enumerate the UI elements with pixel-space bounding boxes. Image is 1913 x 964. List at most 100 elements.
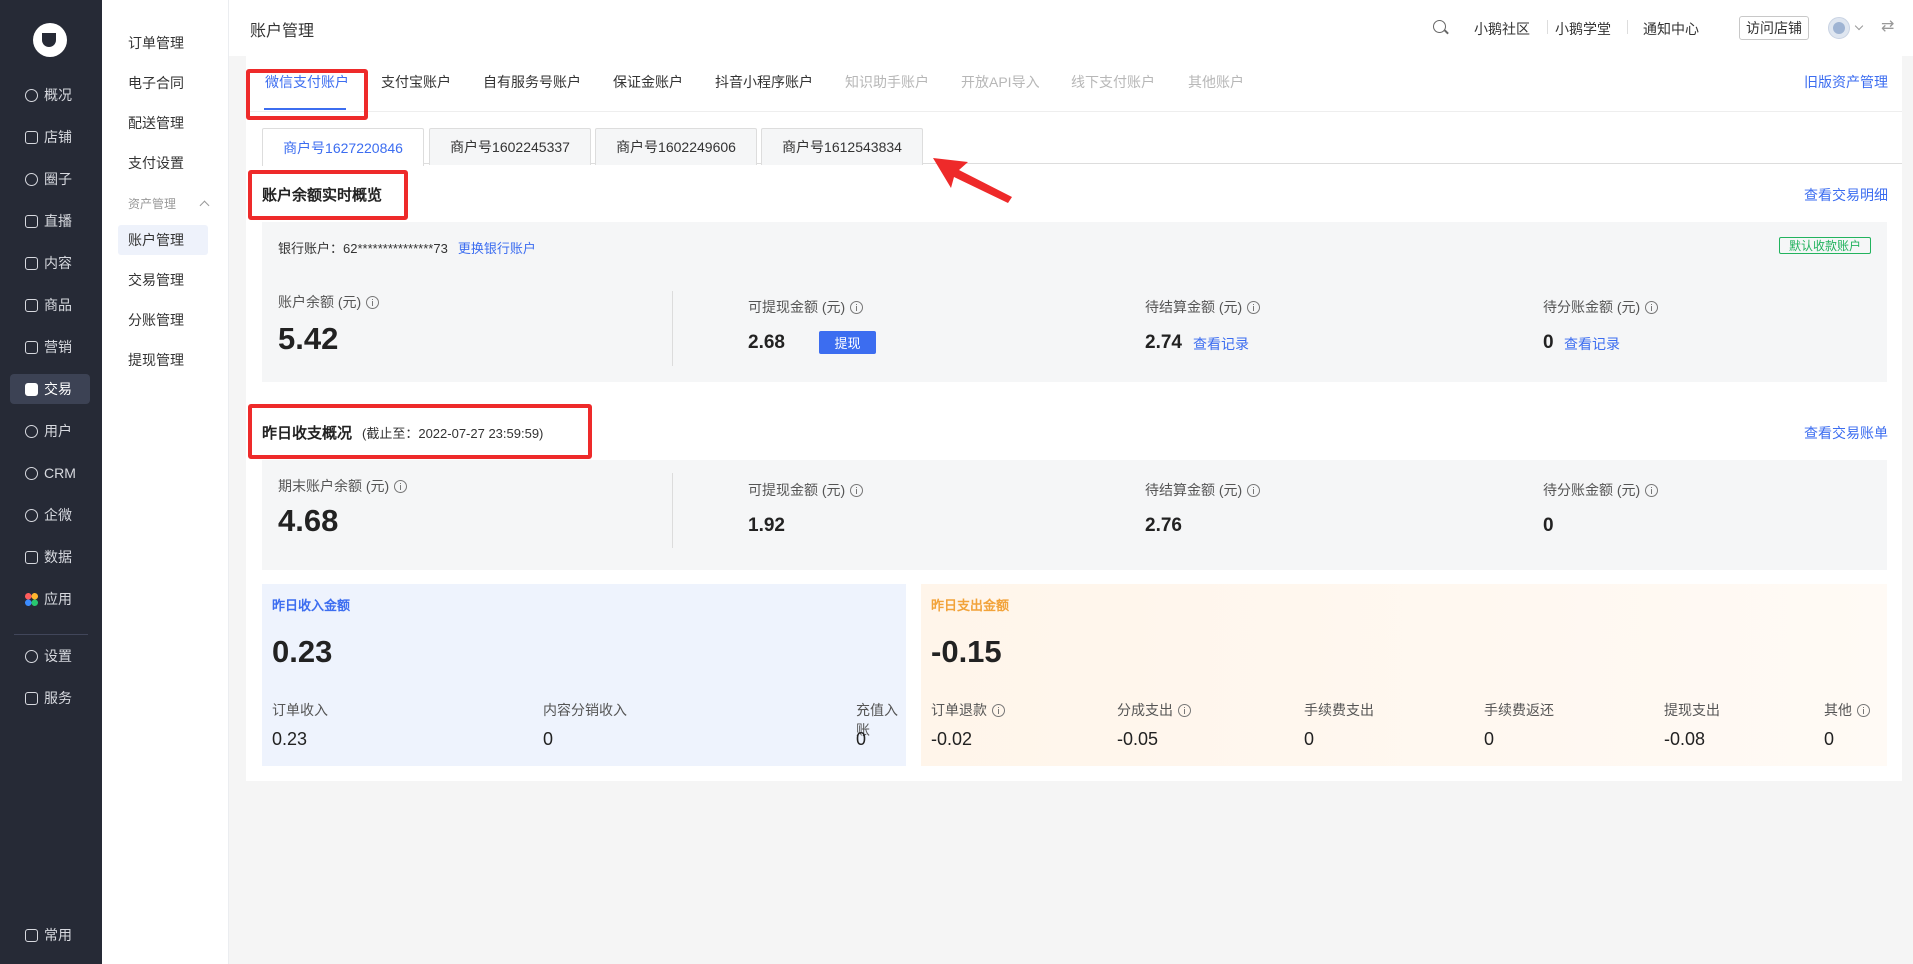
subnav-item-orders[interactable]: 订单管理 — [118, 28, 208, 58]
income-item-label: 内容分销收入 — [543, 702, 627, 718]
main-nav: 概况 店铺 圈子 直播 内容 商品 营销 交易 用户 CRM 企微 数据 应用 … — [0, 0, 102, 964]
subnav-item-payment[interactable]: 支付设置 — [118, 148, 208, 178]
nav-item-transaction[interactable]: 交易 — [10, 374, 90, 404]
group-icon — [25, 172, 38, 186]
realtime-panel: 银行账户：62***************73 更换银行账户 默认收款账户 账户… — [262, 222, 1887, 382]
y-pending-value: 2.76 — [1145, 515, 1182, 536]
yesterday-panel: 期末账户余额 (元) 4.68 可提现金额 (元) 1.92 待结算金额 (元)… — [262, 460, 1887, 570]
y-withdrawable-label: 可提现金额 (元) — [748, 480, 864, 500]
view-split-record-link[interactable]: 查看记录 — [1564, 334, 1620, 354]
old-asset-link[interactable]: 旧版资产管理 — [1804, 72, 1888, 92]
income-total: 0.23 — [272, 634, 333, 669]
transaction-icon — [25, 382, 38, 396]
expense-item-value: 0 — [1304, 729, 1315, 749]
info-icon[interactable] — [1178, 703, 1191, 717]
header-divider — [1547, 20, 1548, 34]
expense-item-value: -0.08 — [1664, 729, 1706, 749]
pending-label: 待结算金额 (元) — [1145, 297, 1261, 317]
view-bill-link[interactable]: 查看交易账单 — [1804, 423, 1888, 443]
expense-item-value: -0.05 — [1117, 729, 1159, 749]
tab-open-api: 开放API导入 — [961, 74, 1040, 90]
merchant-tab-3[interactable]: 商户号1602249606 — [595, 128, 757, 165]
tab-knowledge-assistant: 知识助手账户 — [845, 74, 929, 90]
withdraw-button[interactable]: 提现 — [819, 331, 876, 354]
tab-douyin[interactable]: 抖音小程序账户 — [715, 72, 813, 92]
gear-icon — [25, 649, 38, 663]
info-icon[interactable] — [1645, 300, 1659, 314]
nav-item-users[interactable]: 用户 — [10, 416, 90, 446]
community-link[interactable]: 小鹅社区 — [1474, 19, 1530, 39]
pie-chart-icon — [25, 88, 38, 102]
avatar[interactable] — [1828, 17, 1850, 39]
tab-alipay[interactable]: 支付宝账户 — [381, 72, 451, 92]
info-icon[interactable] — [1645, 483, 1659, 497]
academy-link[interactable]: 小鹅学堂 — [1555, 19, 1611, 39]
merchant-tab-2[interactable]: 商户号1602245337 — [429, 128, 591, 165]
subnav-item-accounts[interactable]: 账户管理 — [118, 225, 208, 255]
divider — [672, 291, 673, 366]
arrow-annotation-icon — [933, 158, 1012, 203]
notification-link[interactable]: 通知中心 — [1643, 19, 1699, 39]
nav-item-circle[interactable]: 圈子 — [10, 164, 90, 194]
split-label: 待分账金额 (元) — [1543, 297, 1659, 317]
nav-divider — [14, 634, 88, 635]
nav-item-common[interactable]: 常用 — [10, 920, 90, 950]
nav-item-service[interactable]: 服务 — [10, 683, 90, 713]
expense-item-label: 其他 — [1824, 700, 1870, 720]
end-balance-label: 期末账户余额 (元) — [278, 476, 408, 496]
info-icon[interactable] — [1247, 300, 1261, 314]
subnav-item-contract[interactable]: 电子合同 — [118, 68, 208, 98]
nav-item-wecom[interactable]: 企微 — [10, 500, 90, 530]
subnav-group-assets[interactable]: 资产管理 — [128, 193, 210, 213]
nav-item-crm[interactable]: CRM — [10, 458, 90, 488]
nav-item-live[interactable]: 直播 — [10, 206, 90, 236]
header-divider — [1627, 20, 1628, 34]
expense-card: 昨日支出金额 -0.15 订单退款 -0.02 分成支出 -0.05 手续费支出… — [921, 584, 1887, 766]
tab-other: 其他账户 — [1188, 74, 1244, 90]
balance-value: 5.42 — [278, 321, 339, 356]
change-bank-link[interactable]: 更换银行账户 — [458, 241, 536, 256]
info-icon[interactable] — [992, 703, 1005, 717]
tab-deposit[interactable]: 保证金账户 — [613, 72, 683, 92]
info-icon[interactable] — [394, 479, 408, 493]
subnav-item-split[interactable]: 分账管理 — [118, 305, 208, 335]
document-icon — [25, 256, 38, 270]
nav-item-settings[interactable]: 设置 — [10, 641, 90, 671]
expense-item-value: 0 — [1824, 729, 1835, 749]
wecom-icon — [25, 508, 38, 522]
subnav-item-delivery[interactable]: 配送管理 — [118, 108, 208, 138]
income-item-label: 订单收入 — [272, 702, 328, 718]
balance-label: 账户余额 (元) — [278, 292, 380, 312]
apps-icon — [25, 592, 38, 606]
expense-item-label: 提现支出 — [1664, 702, 1720, 718]
nav-item-apps[interactable]: 应用 — [10, 584, 90, 614]
income-card: 昨日收入金额 0.23 订单收入 0.23 内容分销收入 0 充值入账 0 — [262, 584, 906, 766]
swap-icon[interactable]: ⇄ — [1881, 19, 1894, 35]
subnav-item-withdraw[interactable]: 提现管理 — [118, 345, 208, 375]
pending-value: 2.74 — [1145, 332, 1182, 353]
merchant-tab-4[interactable]: 商户号1612543834 — [761, 128, 923, 165]
merchant-tab-1[interactable]: 商户号1627220846 — [262, 128, 424, 166]
subnav-item-trades[interactable]: 交易管理 — [118, 265, 208, 295]
nav-item-overview[interactable]: 概况 — [10, 80, 90, 110]
nav-item-goods[interactable]: 商品 — [10, 290, 90, 320]
search-icon[interactable] — [1433, 20, 1446, 33]
nav-item-data[interactable]: 数据 — [10, 542, 90, 572]
view-pending-record-link[interactable]: 查看记录 — [1193, 334, 1249, 354]
visit-shop-button[interactable]: 访问店铺 — [1739, 16, 1809, 40]
info-icon[interactable] — [1857, 703, 1870, 717]
live-icon — [25, 214, 38, 228]
income-item-value: 0 — [543, 729, 554, 749]
nav-item-content[interactable]: 内容 — [10, 248, 90, 278]
tab-own-service[interactable]: 自有服务号账户 — [483, 72, 581, 92]
info-icon[interactable] — [850, 300, 864, 314]
income-title: 昨日收入金额 — [272, 598, 351, 613]
brand-logo[interactable] — [33, 23, 67, 57]
chevron-down-icon[interactable] — [1854, 21, 1864, 31]
info-icon[interactable] — [366, 295, 380, 309]
info-icon[interactable] — [1247, 483, 1261, 497]
info-icon[interactable] — [850, 483, 864, 497]
nav-item-marketing[interactable]: 营销 — [10, 332, 90, 362]
view-detail-link[interactable]: 查看交易明细 — [1804, 185, 1888, 205]
nav-item-shop[interactable]: 店铺 — [10, 122, 90, 152]
